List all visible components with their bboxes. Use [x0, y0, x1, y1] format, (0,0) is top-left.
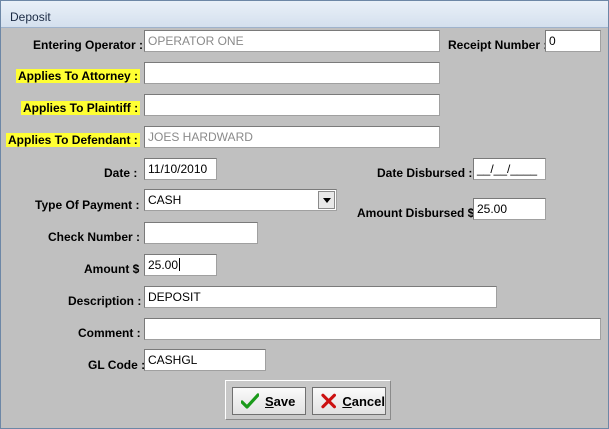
- applies-to-plaintiff-label: Applies To Plaintiff :: [21, 101, 141, 115]
- save-button[interactable]: Save: [232, 387, 306, 415]
- receipt-number-label: Receipt Number :: [448, 38, 548, 52]
- gl-code-label: GL Code :: [88, 358, 146, 372]
- title-bar: Deposit: [1, 1, 608, 28]
- date-label: Date :: [104, 166, 138, 180]
- type-of-payment-value: CASH: [148, 193, 182, 207]
- amount-disbursed-field[interactable]: 25.00: [473, 198, 546, 220]
- x-icon: [321, 393, 336, 409]
- gl-code-field[interactable]: CASHGL: [144, 349, 266, 371]
- save-label: Save: [265, 393, 296, 409]
- cancel-label: Cancel: [342, 393, 385, 409]
- check-number-field[interactable]: [144, 222, 258, 244]
- entering-operator-label: Entering Operator :: [33, 38, 144, 52]
- amount-disbursed-label: Amount Disbursed $: [357, 206, 475, 220]
- receipt-number-field[interactable]: 0: [545, 30, 601, 52]
- description-field[interactable]: DEPOSIT: [144, 286, 497, 308]
- window-title: Deposit: [10, 10, 51, 24]
- date-field[interactable]: 11/10/2010: [144, 158, 217, 180]
- chevron-down-icon[interactable]: [318, 191, 335, 209]
- amount-field[interactable]: 25.00: [144, 254, 217, 276]
- type-of-payment-select[interactable]: CASH: [144, 189, 337, 211]
- comment-field[interactable]: [144, 318, 601, 340]
- amount-value: 25.00: [148, 258, 179, 272]
- comment-label: Comment :: [78, 326, 141, 340]
- applies-to-plaintiff-field[interactable]: [144, 94, 440, 116]
- applies-to-defendant-label: Applies To Defendant :: [6, 133, 140, 147]
- date-disbursed-field[interactable]: __/__/____: [473, 158, 546, 180]
- date-disbursed-label: Date Disbursed :: [377, 166, 473, 180]
- applies-to-attorney-label: Applies To Attorney :: [16, 69, 140, 83]
- deposit-window: Deposit Entering Operator : OPERATOR ONE…: [0, 0, 609, 429]
- type-of-payment-label: Type Of Payment :: [35, 198, 140, 212]
- applies-to-defendant-field[interactable]: JOES HARDWARD: [144, 126, 440, 148]
- entering-operator-field[interactable]: OPERATOR ONE: [144, 30, 440, 52]
- button-bar: Save Cancel: [225, 380, 391, 420]
- description-label: Description :: [68, 294, 142, 308]
- text-cursor: [179, 258, 181, 271]
- amount-label: Amount $: [84, 262, 140, 276]
- checkmark-icon: [241, 393, 259, 409]
- applies-to-attorney-field[interactable]: [144, 62, 440, 84]
- check-number-label: Check Number :: [48, 230, 141, 244]
- cancel-button[interactable]: Cancel: [312, 387, 386, 415]
